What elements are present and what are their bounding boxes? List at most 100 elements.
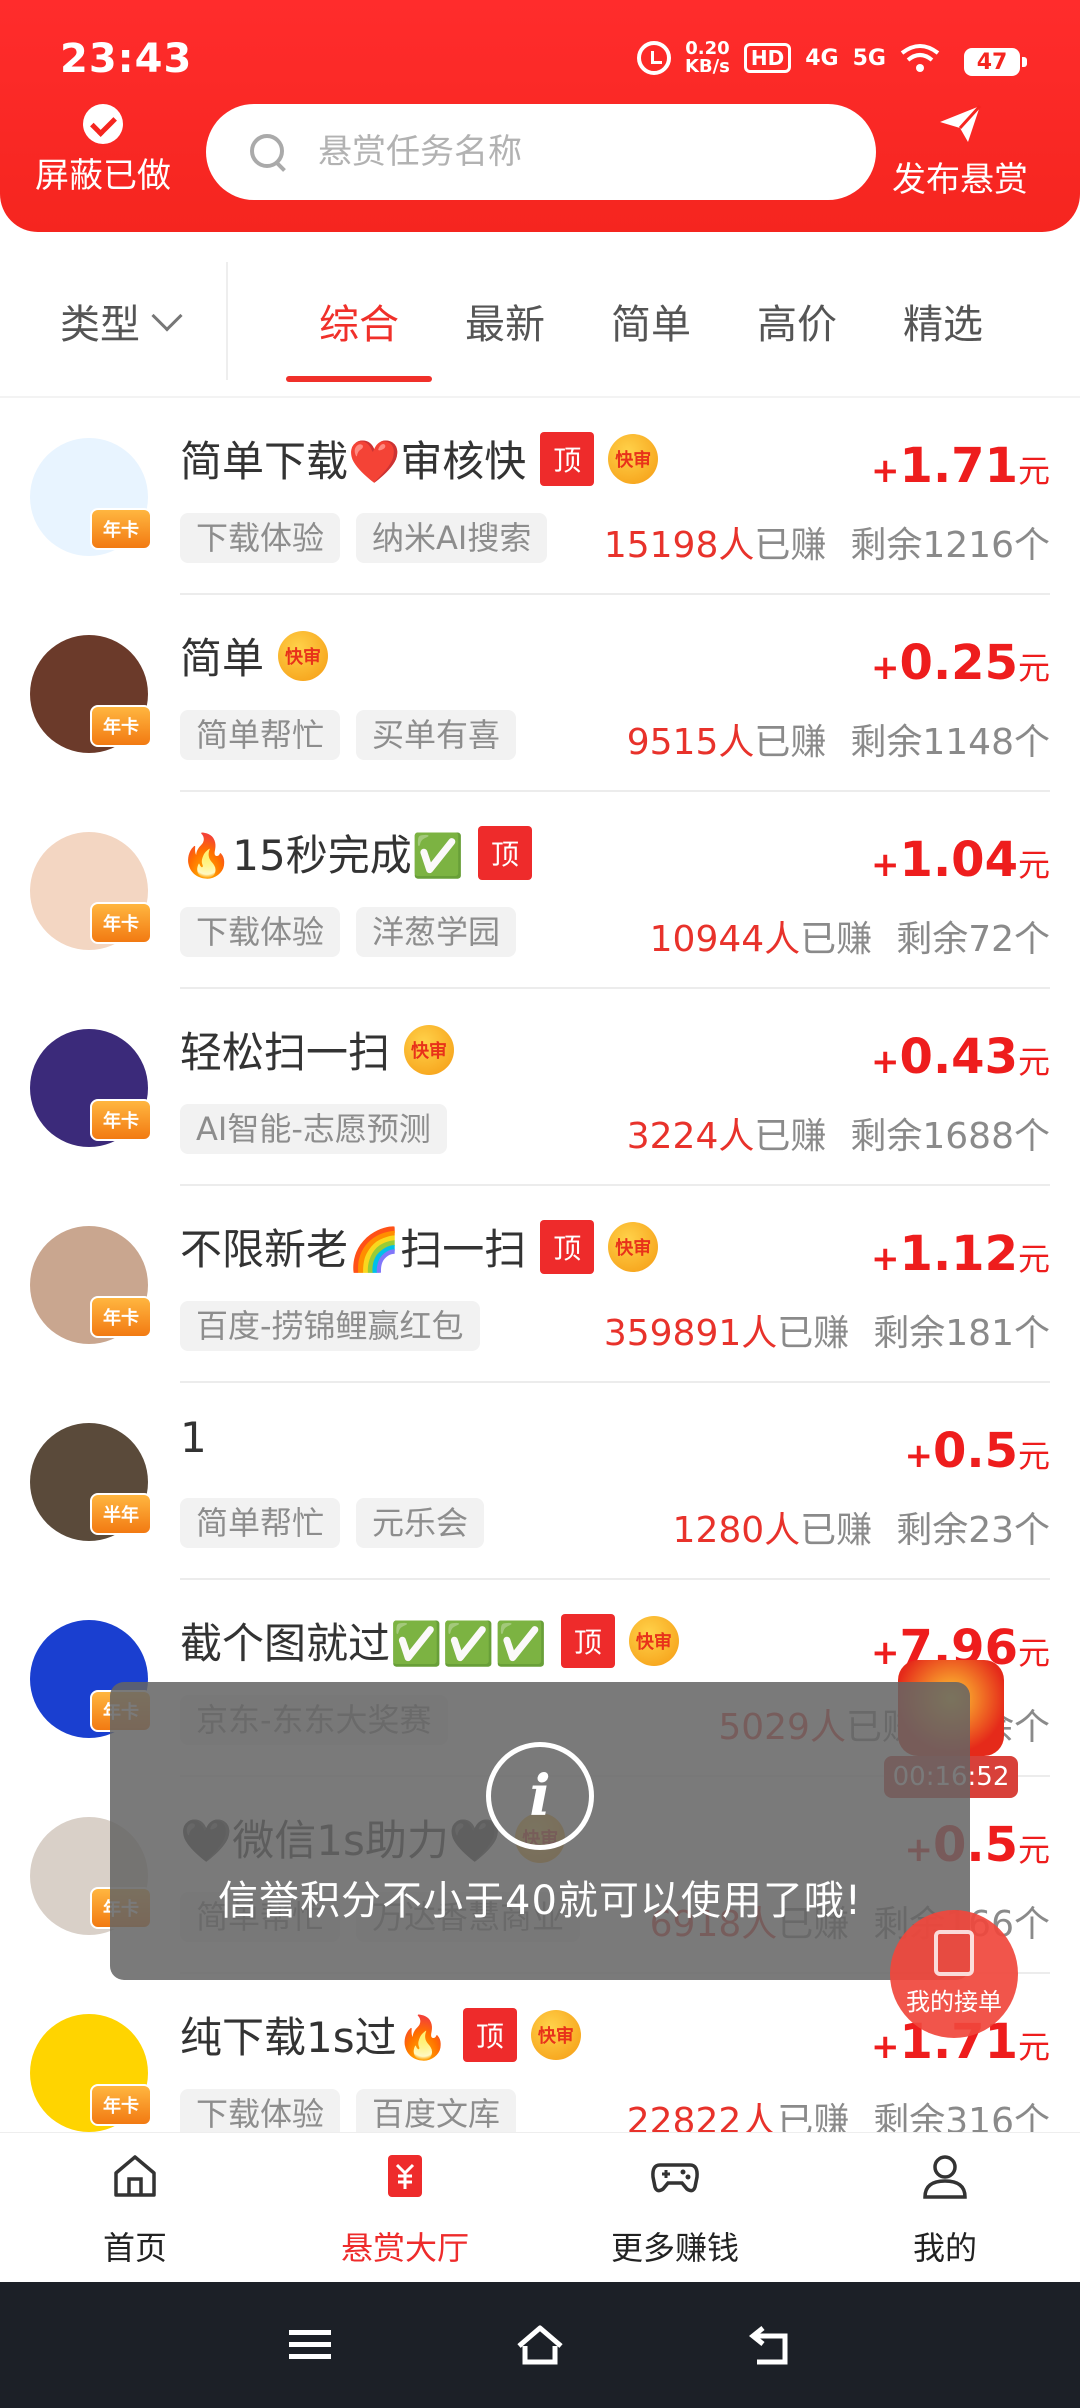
earned-count: 9515人 [626, 722, 755, 763]
task-title: 简单 快审 [180, 625, 329, 686]
user-icon [810, 2151, 1080, 2223]
fast-review-badge: 快审 [608, 433, 659, 484]
task-stats: 9515人已赚 剩余1148个 [627, 713, 1050, 765]
price-plus: + [871, 648, 900, 688]
system-nav-bar [0, 2282, 1080, 2408]
earned-count: 15198人 [603, 525, 755, 566]
price-unit: 元 [1017, 846, 1050, 884]
wifi-icon [900, 43, 940, 73]
divider [226, 262, 228, 380]
network-speed: 0.20 KB/s [685, 40, 730, 76]
nav-item-user[interactable]: 我的 [810, 2133, 1080, 2282]
tab-4[interactable]: 精选 [870, 292, 1016, 382]
sort-tabs: 综合 最新 简单 高价 精选 [286, 292, 1016, 382]
task-row[interactable]: 年卡 轻松扫一扫 快审 +0.43元 AI智能-志愿预测 3224人已赚 剩余1688个 [0, 989, 1080, 1186]
task-tags: AI智能-志愿预测 [180, 1104, 447, 1154]
task-title-text: 简单 [180, 634, 265, 683]
price-amount: 0.5 [932, 1423, 1018, 1479]
avatar-badge: 年卡 [90, 1296, 152, 1338]
toast-message: i 信誉积分不小于40就可以使用了哦! [110, 1682, 970, 1980]
tab-3[interactable]: 高价 [724, 292, 870, 382]
task-stats: 10944人已赚 剩余72个 [650, 910, 1050, 962]
paper-plane-icon [940, 104, 982, 142]
signal-4g-icon: 4G [805, 45, 839, 71]
hide-done-label: 屏蔽已做 [35, 156, 171, 196]
task-row[interactable]: 年卡 简单 快审 +0.25元 简单帮忙 买单有喜 9515人已赚 剩余1148个 [0, 595, 1080, 792]
price-plus: + [871, 451, 900, 491]
hide-done-toggle[interactable]: 屏蔽已做 [28, 104, 178, 197]
task-price: +1.71元 [871, 438, 1050, 494]
price-amount: 1.04 [899, 832, 1018, 888]
avatar-badge: 半年 [90, 1493, 152, 1535]
fast-review-badge: 快审 [628, 1615, 679, 1666]
search-bar[interactable] [206, 104, 876, 200]
type-dropdown[interactable]: 类型 [60, 292, 183, 350]
task-tags: 下载体验 洋葱学园 [180, 907, 517, 957]
remaining-count: 剩余1148个 [850, 722, 1050, 763]
tab-2[interactable]: 简单 [578, 292, 724, 382]
nav-label: 我的 [912, 2229, 977, 2267]
type-label: 类型 [60, 302, 140, 348]
menu-icon[interactable] [285, 2320, 335, 2370]
task-title: 🔥15秒完成✅ 顶 [180, 822, 533, 883]
header: 23:43 0.20 KB/s HD 4G 5G 47 屏蔽已做 悬赏任务名称 … [0, 0, 1080, 232]
nav-item-home[interactable]: 首页 [0, 2133, 270, 2282]
earned-suffix: 已赚 [800, 919, 873, 960]
task-tag: 洋葱学园 [356, 907, 517, 957]
my-orders-button[interactable]: 我的接单 [890, 1910, 1018, 2038]
battery-icon: 47 [964, 48, 1027, 76]
nav-item-gamepad[interactable]: 更多赚钱 [540, 2133, 810, 2282]
task-title: 1 [180, 1413, 207, 1462]
fast-review-badge: 快审 [608, 1221, 659, 1272]
task-row[interactable]: 半年 1 +0.5元 简单帮忙 元乐会 1280人已赚 剩余23个 [0, 1383, 1080, 1580]
nav-item-reward-hall[interactable]: 悬赏大厅 [270, 2133, 540, 2282]
price-unit: 元 [1017, 1240, 1050, 1278]
price-plus: + [871, 1239, 900, 1279]
task-title-text: 轻松扫一扫 [180, 1028, 391, 1077]
info-icon: i [486, 1742, 594, 1850]
filter-bar: 类型 综合 最新 简单 高价 精选 [0, 262, 1080, 382]
task-row[interactable]: 年卡 🔥15秒完成✅ 顶 +1.04元下载体验 洋葱学园 10944人已赚 剩余72个 [0, 792, 1080, 989]
price-unit: 元 [1017, 452, 1050, 490]
task-title: 轻松扫一扫 快审 [180, 1019, 455, 1080]
top-badge: 顶 [540, 1219, 595, 1274]
chevron-down-icon [151, 300, 183, 332]
search-icon [248, 132, 288, 172]
earned-count: 10944人 [649, 919, 801, 960]
price-unit: 元 [1017, 649, 1050, 687]
earned-suffix: 已赚 [800, 1510, 873, 1551]
task-row[interactable]: 年卡 简单下载❤️审核快顶快审 +1.71元 下载体验 纳米AI搜索 15198人已赚 剩余… [0, 398, 1080, 595]
fast-review-badge: 快审 [530, 2009, 581, 2060]
task-tag: 简单帮忙 [180, 1498, 341, 1548]
home-nav-icon[interactable] [515, 2320, 565, 2370]
task-title-text: 🔥15秒完成✅ [180, 831, 465, 880]
earned-suffix: 已赚 [754, 1116, 827, 1157]
task-stats: 3224人已赚 剩余1688个 [627, 1107, 1050, 1159]
remaining-count: 剩余181个 [873, 1313, 1050, 1354]
task-price: +0.25元 [871, 635, 1050, 691]
alarm-icon [636, 41, 671, 75]
toast-text: 信誉积分不小于40就可以使用了哦! [218, 1878, 862, 1924]
task-title-text: 不限新老🌈扫一扫 [180, 1225, 527, 1274]
top-badge: 顶 [540, 431, 595, 486]
task-tags: 百度-捞锦鲤赢红包 [180, 1301, 480, 1351]
tab-0[interactable]: 综合 [286, 292, 432, 382]
top-badge: 顶 [560, 1613, 615, 1668]
task-price: +1.04元 [871, 832, 1050, 888]
price-plus: + [904, 1436, 933, 1476]
task-tag: 纳米AI搜索 [356, 513, 548, 563]
avatar-badge: 年卡 [90, 902, 152, 944]
task-row[interactable]: 年卡 不限新老🌈扫一扫顶快审 +1.12元 百度-捞锦鲤赢红包 359891人已赚 剩余1… [0, 1186, 1080, 1383]
price-amount: 0.43 [899, 1029, 1018, 1085]
task-tag: 买单有喜 [356, 710, 517, 760]
back-icon[interactable] [745, 2320, 795, 2370]
tab-1[interactable]: 最新 [432, 292, 578, 382]
fast-review-badge: 快审 [404, 1024, 455, 1075]
task-stats: 1280人已赚 剩余23个 [673, 1501, 1050, 1553]
publish-reward-button[interactable]: 发布悬赏 [860, 104, 1060, 201]
task-tag: 元乐会 [356, 1498, 485, 1548]
earned-count: 359891人 [603, 1313, 778, 1354]
price-unit: 元 [1017, 1831, 1050, 1869]
status-icons: 0.20 KB/s HD 4G 5G [636, 40, 940, 76]
search-input[interactable] [318, 132, 838, 172]
